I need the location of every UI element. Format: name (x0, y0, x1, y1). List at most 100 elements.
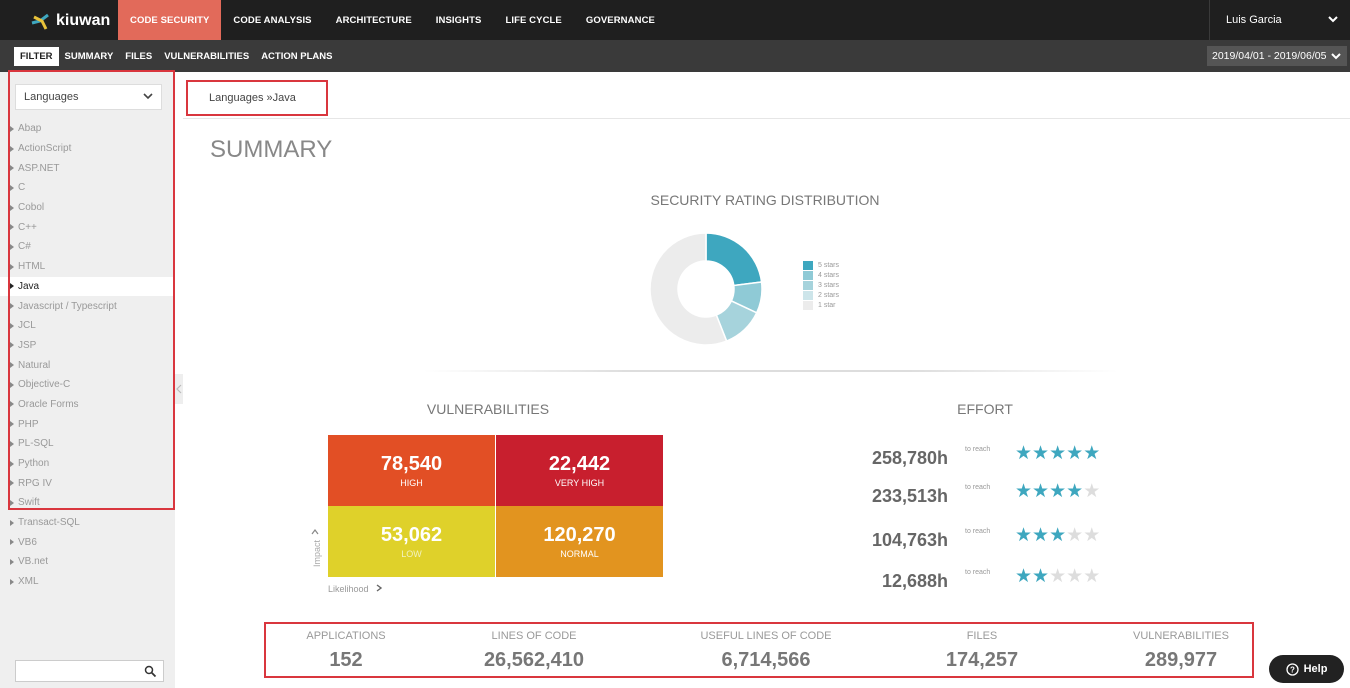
stat-label: VULNERABILITIES (1133, 630, 1229, 642)
nav-code-analysis[interactable]: CODE ANALYSIS (221, 0, 323, 40)
sidebar-highlight-box (8, 70, 175, 510)
language-item[interactable]: VB6 (0, 532, 175, 552)
vulnerabilities-title: VULNERABILITIES (426, 401, 550, 417)
star-rating: ★ ★ ★ ★ ★ (1015, 567, 1100, 587)
star-icon: ★ (1032, 481, 1050, 502)
vuln-level: HIGH (400, 478, 423, 488)
help-label: Help (1303, 663, 1328, 675)
nav-governance[interactable]: GOVERNANCE (574, 0, 667, 40)
stat-label: LINES OF CODE (491, 630, 577, 642)
to-reach-label: to reach (965, 446, 991, 453)
tab-filter[interactable]: FILTER (14, 47, 59, 66)
language-label: VB6 (18, 536, 37, 548)
user-menu[interactable]: Luis Garcia (1209, 0, 1350, 40)
to-reach-label: to reach (965, 484, 991, 491)
nav-insights[interactable]: INSIGHTS (424, 0, 494, 40)
star-icon: ★ (1066, 481, 1084, 502)
effort-row: 258,780h to reach ★ ★ ★ ★ ★ (850, 444, 1150, 476)
stat-lines-of-code: LINES OF CODE 26,562,410 (454, 630, 614, 672)
effort-row: 233,513h to reach ★ ★ ★ ★ ★ (850, 481, 1150, 514)
legend-label: 5 stars (818, 261, 840, 269)
effort-row: 104,763h to reach ★ ★ ★ ★ ★ (850, 526, 1150, 558)
vuln-level: NORMAL (560, 549, 599, 559)
star-icon: ★ (1032, 443, 1050, 464)
legend-label: 4 stars (818, 271, 840, 279)
vuln-level: LOW (401, 549, 422, 559)
svg-text:?: ? (1290, 665, 1295, 674)
star-icon: ★ (1049, 481, 1067, 502)
stat-label: FILES (966, 630, 998, 642)
expand-triangle-icon (10, 578, 14, 585)
star-icon: ★ (1015, 481, 1033, 502)
language-item[interactable]: XML (0, 572, 175, 592)
vuln-cell-low[interactable]: 53,062 LOW (328, 506, 495, 577)
legend-swatch (803, 260, 813, 270)
header-divider (183, 118, 1350, 119)
brand-name: kiuwan (56, 12, 111, 29)
tab-summary[interactable]: SUMMARY (59, 47, 120, 66)
kiuwan-logo[interactable]: kiuwan (30, 10, 110, 32)
collapse-sidebar-handle[interactable] (175, 374, 183, 404)
chevron-down-icon (1331, 53, 1341, 60)
effort-hours: 258,780h (871, 448, 948, 468)
help-icon: ? (1285, 662, 1299, 676)
likelihood-axis-label: Likelihood (328, 584, 383, 594)
vuln-cell-high[interactable]: 78,540 HIGH (328, 435, 495, 506)
star-icon: ★ (1049, 525, 1067, 546)
search-icon[interactable] (144, 665, 157, 678)
tab-files[interactable]: FILES (119, 47, 158, 66)
kiuwan-logo-icon (31, 13, 49, 30)
star-rating: ★ ★ ★ ★ ★ (1015, 526, 1100, 546)
stat-applications: APPLICATIONS 152 (266, 630, 426, 672)
nav-life-cycle[interactable]: LIFE CYCLE (493, 0, 573, 40)
expand-triangle-icon (10, 519, 14, 526)
language-item[interactable]: Transact-SQL (0, 513, 175, 533)
vuln-count: 22,442 (548, 453, 611, 475)
vuln-level: VERY HIGH (554, 478, 605, 488)
sub-nav: FILTER SUMMARY FILES VULNERABILITIES ACT… (14, 47, 338, 66)
legend-label: 1 star (818, 301, 836, 309)
stat-value: 174,257 (945, 649, 1019, 671)
security-rating-donut-chart (649, 232, 763, 346)
star-rating: ★ ★ ★ ★ ★ (1015, 444, 1100, 464)
legend-swatch (803, 280, 813, 290)
legend-item: 2 stars (803, 290, 839, 300)
nav-code-security[interactable]: CODE SECURITY (118, 0, 222, 40)
to-reach-label: to reach (965, 569, 991, 576)
security-rating-title: SECURITY RATING DISTRIBUTION (650, 192, 880, 208)
likelihood-label: Likelihood (328, 584, 369, 594)
star-icon: ★ (1015, 566, 1033, 587)
language-item[interactable]: VB.net (0, 552, 175, 572)
expand-triangle-icon (10, 539, 14, 546)
summary-stats: APPLICATIONS 152 LINES OF CODE 26,562,41… (264, 622, 1254, 678)
star-icon: ★ (1083, 481, 1101, 502)
star-icon: ★ (1083, 566, 1101, 587)
tab-vulnerabilities[interactable]: VULNERABILITIES (158, 47, 255, 66)
stat-value: 26,562,410 (483, 649, 585, 671)
stat-label: USEFUL LINES OF CODE (700, 630, 832, 642)
help-button[interactable]: ? Help (1269, 655, 1344, 683)
section-divider (424, 370, 1118, 372)
chevron-left-icon (176, 384, 182, 394)
effort-hours: 233,513h (871, 486, 948, 506)
vuln-cell-normal[interactable]: 120,270 NORMAL (496, 506, 663, 577)
legend-item: 5 stars (803, 260, 839, 270)
language-label: XML (18, 576, 39, 588)
language-search-input[interactable] (15, 660, 164, 682)
star-icon: ★ (1083, 525, 1101, 546)
stat-value: 152 (329, 649, 363, 671)
legend-item: 4 stars (803, 270, 839, 280)
tab-action-plans[interactable]: ACTION PLANS (255, 47, 338, 66)
vuln-cell-very-high[interactable]: 22,442 VERY HIGH (496, 435, 663, 506)
vuln-count: 53,062 (380, 524, 443, 546)
stat-label: APPLICATIONS (306, 630, 386, 642)
star-icon: ★ (1083, 443, 1101, 464)
legend-item: 1 star (803, 300, 839, 310)
date-range-select[interactable]: 2019/04/01 - 2019/06/05 (1207, 46, 1347, 66)
stat-useful-lines-of-code: USEFUL LINES OF CODE 6,714,566 (666, 630, 866, 672)
nav-architecture[interactable]: ARCHITECTURE (324, 0, 424, 40)
legend-swatch (803, 300, 813, 310)
donut-slice-5-stars[interactable] (705, 232, 763, 287)
sub-bar: FILTER SUMMARY FILES VULNERABILITIES ACT… (0, 40, 1350, 72)
date-range-value: 2019/04/01 - 2019/06/05 (1212, 50, 1327, 62)
